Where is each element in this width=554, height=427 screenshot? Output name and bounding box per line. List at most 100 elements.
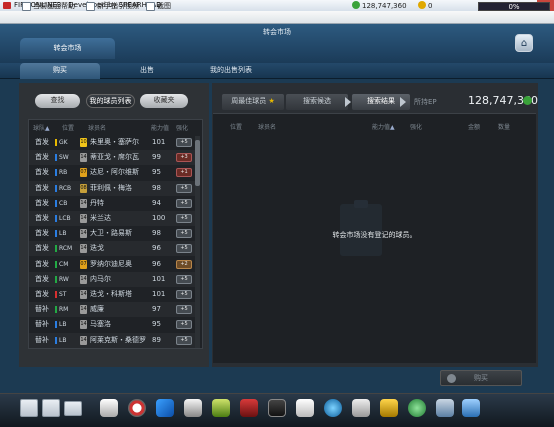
position-color-bar xyxy=(55,306,57,314)
overall-rating: 94 xyxy=(152,198,161,207)
shop-badge-icon[interactable] xyxy=(408,399,426,417)
col-team[interactable]: 球队▲ xyxy=(33,124,50,133)
player-row[interactable]: 首发 ST 14 迭戈・科斯塔 101 +5 xyxy=(29,287,199,302)
transfer-market-tab[interactable]: 转会市场 xyxy=(20,38,115,59)
team-role: 首发 xyxy=(35,153,49,162)
home-button[interactable]: ⌂ xyxy=(515,34,533,52)
player-row[interactable]: 首发 RB 07 达尼・阿尔维斯 95 +1 xyxy=(29,165,199,180)
ep-label: 所持EP xyxy=(414,98,437,106)
globe-icon[interactable] xyxy=(324,399,342,417)
overall-rating: 100 xyxy=(152,214,166,222)
upgrade-badge: +5 xyxy=(176,290,192,299)
position: CM xyxy=(59,260,69,268)
position: RCB xyxy=(59,184,72,192)
position-color-bar xyxy=(55,260,57,268)
res-col-quantity[interactable]: 数量 xyxy=(498,122,510,131)
col-overall[interactable]: 能力值 xyxy=(151,124,169,133)
cards-icon[interactable] xyxy=(352,399,370,417)
player-row[interactable]: 替补 LB 14 马塞洛 95 +5 xyxy=(29,317,199,332)
res-col-overall[interactable]: 能力值▲ xyxy=(372,122,395,131)
tab-weekly-best[interactable]: 周最佳球员 ★ xyxy=(222,94,284,110)
scrollbar-thumb[interactable] xyxy=(195,140,200,186)
cone-icon[interactable] xyxy=(212,399,230,417)
team-role: 首发 xyxy=(35,183,49,192)
player-row[interactable]: 首发 LCB 14 米兰达 100 +5 xyxy=(29,211,199,226)
list-scrollbar[interactable] xyxy=(195,136,200,348)
col-upgrade[interactable]: 强化 xyxy=(176,124,188,133)
tutorial-label: 新手指引视频 xyxy=(97,2,139,10)
col-player-name[interactable]: 球员名 xyxy=(88,124,106,133)
res-col-price[interactable]: 金额 xyxy=(468,122,480,131)
position: GK xyxy=(59,139,68,146)
trophy-icon[interactable] xyxy=(184,399,202,417)
tab-my-sell-list[interactable]: 我的出售列表 xyxy=(196,63,266,79)
position-color-bar xyxy=(55,321,57,329)
basket-icon[interactable] xyxy=(462,399,480,417)
overall-rating: 99 xyxy=(152,153,161,162)
pyramid-icon[interactable] xyxy=(240,399,258,417)
team-role: 替补 xyxy=(35,305,49,314)
position: LB xyxy=(59,321,67,329)
favorites-button[interactable]: 收藏夹 xyxy=(140,94,188,108)
res-col-player-name[interactable]: 球员名 xyxy=(258,122,276,131)
progress-indicator: 0% xyxy=(478,2,550,11)
player-name: 大卫・路易斯 xyxy=(90,229,132,238)
player-row[interactable]: 首发 RCB 08 菲利佩・梅洛 98 +5 xyxy=(29,180,199,196)
screenshot-link[interactable]: 截图 xyxy=(146,1,171,12)
position-color-bar xyxy=(55,215,57,222)
search-button[interactable]: 查找 xyxy=(35,94,80,108)
ucl-badge-icon[interactable] xyxy=(268,399,286,417)
jersey-icon[interactable] xyxy=(296,399,314,417)
player-name: 罗纳尔迪尼奥 xyxy=(90,259,132,268)
chat-icon[interactable] xyxy=(42,399,60,417)
position-color-bar xyxy=(55,336,57,344)
boot-icon[interactable] xyxy=(156,399,174,417)
upgrade-badge: +5 xyxy=(176,320,192,330)
ep-coin-icon xyxy=(523,96,532,105)
player-row[interactable]: 替补 LB 14 阿莱克斯・桑德罗 89 +5 xyxy=(29,332,199,348)
help-link[interactable]: 当前画面帮助 xyxy=(22,1,75,12)
player-row[interactable]: 首发 CM 07 罗纳尔迪尼奥 96 +2 xyxy=(29,257,199,272)
target-icon[interactable] xyxy=(128,399,146,417)
position-color-bar xyxy=(55,291,57,298)
buy-button[interactable]: 购买 xyxy=(440,370,522,386)
tab-buy[interactable]: 购买 xyxy=(20,63,100,79)
team-role: 首发 xyxy=(35,214,49,222)
gold-card-icon[interactable] xyxy=(380,399,398,417)
video-icon xyxy=(86,2,95,11)
position-color-bar xyxy=(55,154,57,162)
position-color-bar xyxy=(55,139,57,146)
tab-search-candidates[interactable]: 搜索候选 xyxy=(286,94,348,110)
player-name: 蒂亚戈・席尔瓦 xyxy=(90,153,139,162)
buy-label: 购买 xyxy=(474,374,488,382)
position: RW xyxy=(59,275,69,283)
sort-asc-icon: ▲ xyxy=(45,125,50,132)
player-row[interactable]: 首发 LB 14 大卫・路易斯 98 +5 xyxy=(29,226,199,241)
sort-asc-icon: ▲ xyxy=(390,124,395,131)
ep-balance: 128,747,360 xyxy=(352,1,407,12)
player-row[interactable]: 首发 RW 14 内马尔 101 +5 xyxy=(29,271,199,287)
res-col-position[interactable]: 位置 xyxy=(230,122,242,131)
position-color-bar xyxy=(55,169,57,177)
player-row[interactable]: 首发 GK 10 朱里奥・塞萨尔 101 +5 xyxy=(29,135,199,150)
pen-icon[interactable] xyxy=(436,399,454,417)
player-row[interactable]: 首发 SW 14 蒂亚戈・席尔瓦 99 +3 xyxy=(29,150,199,166)
tab-sell[interactable]: 出售 xyxy=(112,63,182,79)
overall-rating: 89 xyxy=(152,335,161,344)
mail-icon[interactable] xyxy=(64,401,82,416)
season-badge: 14 xyxy=(80,305,87,315)
player-row[interactable]: 首发 RCM 14 迭戈 96 +5 xyxy=(29,241,199,257)
whistle-icon[interactable] xyxy=(100,399,118,417)
my-player-list-button[interactable]: 我的球员列表 xyxy=(86,94,135,108)
col-position[interactable]: 位置 xyxy=(62,124,74,133)
player-name: 朱里奥・塞萨尔 xyxy=(90,138,139,146)
cash-balance: 0 xyxy=(418,1,432,12)
overall-rating: 98 xyxy=(152,183,161,192)
res-col-upgrade[interactable]: 强化 xyxy=(410,122,422,131)
tutorial-video-link[interactable]: 新手指引视频 xyxy=(86,1,139,12)
player-row[interactable]: 替补 RM 14 威廉 97 +5 xyxy=(29,302,199,318)
position-color-bar xyxy=(55,275,57,283)
overall-rating: 98 xyxy=(152,229,161,238)
player-row[interactable]: 首发 CB 14 丹特 94 +5 xyxy=(29,196,199,211)
friends-icon[interactable] xyxy=(20,399,38,417)
